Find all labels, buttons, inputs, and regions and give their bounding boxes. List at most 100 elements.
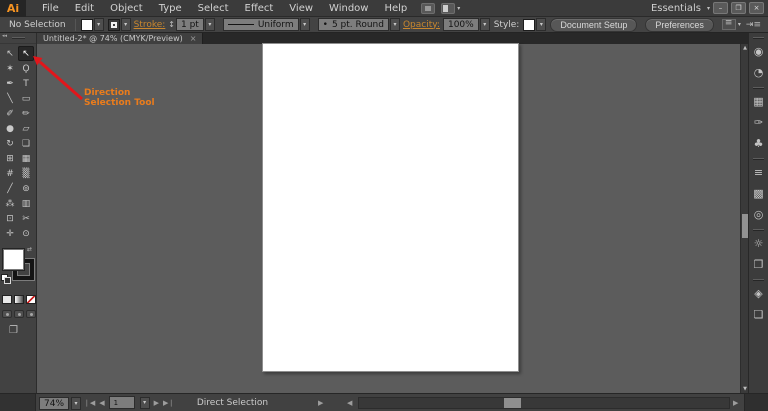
slice-tool[interactable]: ✂ bbox=[18, 211, 34, 226]
document-setup-button[interactable]: Document Setup bbox=[550, 17, 638, 32]
layers-panel-icon[interactable]: ◈ bbox=[749, 283, 768, 304]
scale-tool[interactable]: ❏ bbox=[18, 136, 34, 151]
workspace-switcher[interactable]: Essentials bbox=[651, 3, 701, 14]
previous-artboard-icon[interactable]: ◀ bbox=[99, 399, 104, 407]
symbols-panel-icon[interactable]: ♣ bbox=[749, 133, 768, 154]
draw-inside-button[interactable] bbox=[26, 310, 36, 318]
panel-group-grip[interactable] bbox=[753, 37, 764, 39]
paintbrush-tool[interactable]: ✐ bbox=[2, 106, 18, 121]
blob-brush-tool[interactable]: ● bbox=[2, 121, 18, 136]
magic-wand-tool[interactable]: ✶ bbox=[2, 61, 18, 76]
draw-behind-button[interactable] bbox=[14, 310, 24, 318]
menu-view[interactable]: View bbox=[281, 0, 321, 17]
stroke-color-dropdown[interactable]: ▾ bbox=[120, 18, 131, 31]
document-tab[interactable]: Untitled-2* @ 74% (CMYK/Preview) × bbox=[37, 33, 204, 44]
go-to-bridge-icon[interactable] bbox=[421, 2, 436, 14]
menu-select[interactable]: Select bbox=[190, 0, 237, 17]
fill-indicator[interactable] bbox=[2, 248, 25, 271]
collapse-panel-icon[interactable]: ◂◂ bbox=[2, 33, 7, 39]
mesh-tool[interactable]: # bbox=[2, 166, 18, 181]
align-options-icon[interactable] bbox=[721, 18, 736, 30]
opacity-panel-link[interactable]: Opacity: bbox=[403, 20, 440, 30]
status-menu-icon[interactable]: ▶ bbox=[318, 399, 323, 407]
blend-tool[interactable]: ⊚ bbox=[18, 181, 34, 196]
opacity-field[interactable]: 100% bbox=[442, 18, 479, 31]
opacity-dropdown[interactable]: ▾ bbox=[479, 18, 490, 31]
horizontal-scrollbar-thumb[interactable] bbox=[504, 398, 521, 408]
selection-tool[interactable]: ↖ bbox=[2, 46, 18, 61]
artboard-tool[interactable]: ⊡ bbox=[2, 211, 18, 226]
restore-button[interactable]: ❐ bbox=[731, 2, 746, 14]
pencil-tool[interactable]: ✏ bbox=[18, 106, 34, 121]
lasso-tool[interactable]: Ϙ bbox=[18, 61, 34, 76]
change-screen-mode-icon[interactable]: ❐ bbox=[9, 325, 18, 336]
swap-fill-stroke-icon[interactable]: ⇄ bbox=[27, 246, 32, 253]
direct-selection-tool[interactable]: ↖ bbox=[18, 46, 34, 61]
graphic-styles-panel-icon[interactable]: ❐ bbox=[749, 254, 768, 275]
control-panel-menu-icon[interactable]: ⇥≡ bbox=[746, 20, 761, 30]
stroke-weight-stepper[interactable]: ↕ bbox=[168, 20, 175, 29]
zoom-level-dropdown[interactable]: ▾ bbox=[71, 397, 81, 410]
tools-panel-grip[interactable]: ◂◂ bbox=[0, 33, 36, 44]
rotate-tool[interactable]: ↻ bbox=[2, 136, 18, 151]
arrange-documents-icon[interactable] bbox=[441, 2, 456, 14]
vertical-scrollbar[interactable]: ▲ ▼ bbox=[740, 44, 748, 393]
symbol-sprayer-tool[interactable]: ⁂ bbox=[2, 196, 18, 211]
color-panel-icon[interactable]: ◉ bbox=[749, 41, 768, 62]
panel-group-grip[interactable] bbox=[753, 279, 764, 281]
artboard[interactable] bbox=[262, 43, 519, 372]
artboard-number-field[interactable]: 1 bbox=[108, 396, 135, 409]
style-swatch[interactable] bbox=[523, 18, 536, 31]
canvas-area[interactable] bbox=[37, 43, 740, 393]
arrange-documents-caret-icon[interactable]: ▾ bbox=[457, 5, 460, 12]
variable-width-profile-dropdown[interactable]: ▾ bbox=[299, 18, 310, 31]
fill-color-swatch[interactable] bbox=[80, 18, 93, 31]
scroll-right-icon[interactable]: ▶ bbox=[733, 399, 738, 407]
close-button[interactable]: × bbox=[749, 2, 764, 14]
stroke-panel-icon[interactable]: ≡ bbox=[749, 162, 768, 183]
document-tab-close-icon[interactable]: × bbox=[190, 34, 197, 43]
stroke-panel-link[interactable]: Stroke: bbox=[134, 20, 166, 30]
stroke-color-swatch[interactable] bbox=[107, 18, 120, 31]
gradient-panel-icon[interactable]: ▩ bbox=[749, 183, 768, 204]
artboard-number-dropdown[interactable]: ▾ bbox=[139, 396, 150, 409]
swatches-panel-icon[interactable]: ▦ bbox=[749, 91, 768, 112]
shape-builder-tool[interactable]: ⊞ bbox=[2, 151, 18, 166]
menu-help[interactable]: Help bbox=[376, 0, 415, 17]
perspective-grid-tool[interactable]: ▦ bbox=[18, 151, 34, 166]
minimize-button[interactable]: – bbox=[713, 2, 728, 14]
hand-tool[interactable]: ✛ bbox=[2, 226, 18, 241]
menu-edit[interactable]: Edit bbox=[67, 0, 102, 17]
align-options-caret-icon[interactable]: ▾ bbox=[738, 21, 741, 28]
first-artboard-icon[interactable]: ❘◀ bbox=[84, 399, 95, 407]
rectangle-tool[interactable]: ▭ bbox=[18, 91, 34, 106]
type-tool[interactable]: T bbox=[18, 76, 34, 91]
style-dropdown[interactable]: ▾ bbox=[536, 18, 547, 31]
transparency-panel-icon[interactable]: ◎ bbox=[749, 204, 768, 225]
menu-effect[interactable]: Effect bbox=[237, 0, 282, 17]
menu-window[interactable]: Window bbox=[321, 0, 376, 17]
stroke-weight-dropdown[interactable]: ▾ bbox=[204, 18, 215, 31]
gradient-button[interactable] bbox=[14, 295, 24, 304]
stroke-weight-field[interactable]: 1 pt bbox=[176, 18, 204, 31]
color-button[interactable] bbox=[2, 295, 12, 304]
panel-group-grip[interactable] bbox=[753, 229, 764, 231]
menu-file[interactable]: File bbox=[34, 0, 67, 17]
menu-object[interactable]: Object bbox=[102, 0, 151, 17]
none-button[interactable] bbox=[26, 295, 36, 304]
panel-group-grip[interactable] bbox=[753, 158, 764, 160]
draw-normal-button[interactable] bbox=[2, 310, 12, 318]
artboards-panel-icon[interactable]: ❏ bbox=[749, 304, 768, 325]
appearance-panel-icon[interactable]: ☼ bbox=[749, 233, 768, 254]
brush-definition-dropdown[interactable]: ▾ bbox=[389, 18, 400, 31]
eyedropper-tool[interactable]: ╱ bbox=[2, 181, 18, 196]
panel-group-grip[interactable] bbox=[753, 87, 764, 89]
horizontal-scrollbar[interactable] bbox=[358, 397, 730, 409]
column-graph-tool[interactable]: ▥ bbox=[18, 196, 34, 211]
brushes-panel-icon[interactable]: ✑ bbox=[749, 112, 768, 133]
menu-type[interactable]: Type bbox=[151, 0, 190, 17]
variable-width-profile-field[interactable]: Uniform bbox=[222, 18, 299, 31]
preferences-button[interactable]: Preferences bbox=[645, 17, 714, 32]
zoom-level-field[interactable]: 74% bbox=[39, 397, 69, 410]
eraser-tool[interactable]: ▱ bbox=[18, 121, 34, 136]
